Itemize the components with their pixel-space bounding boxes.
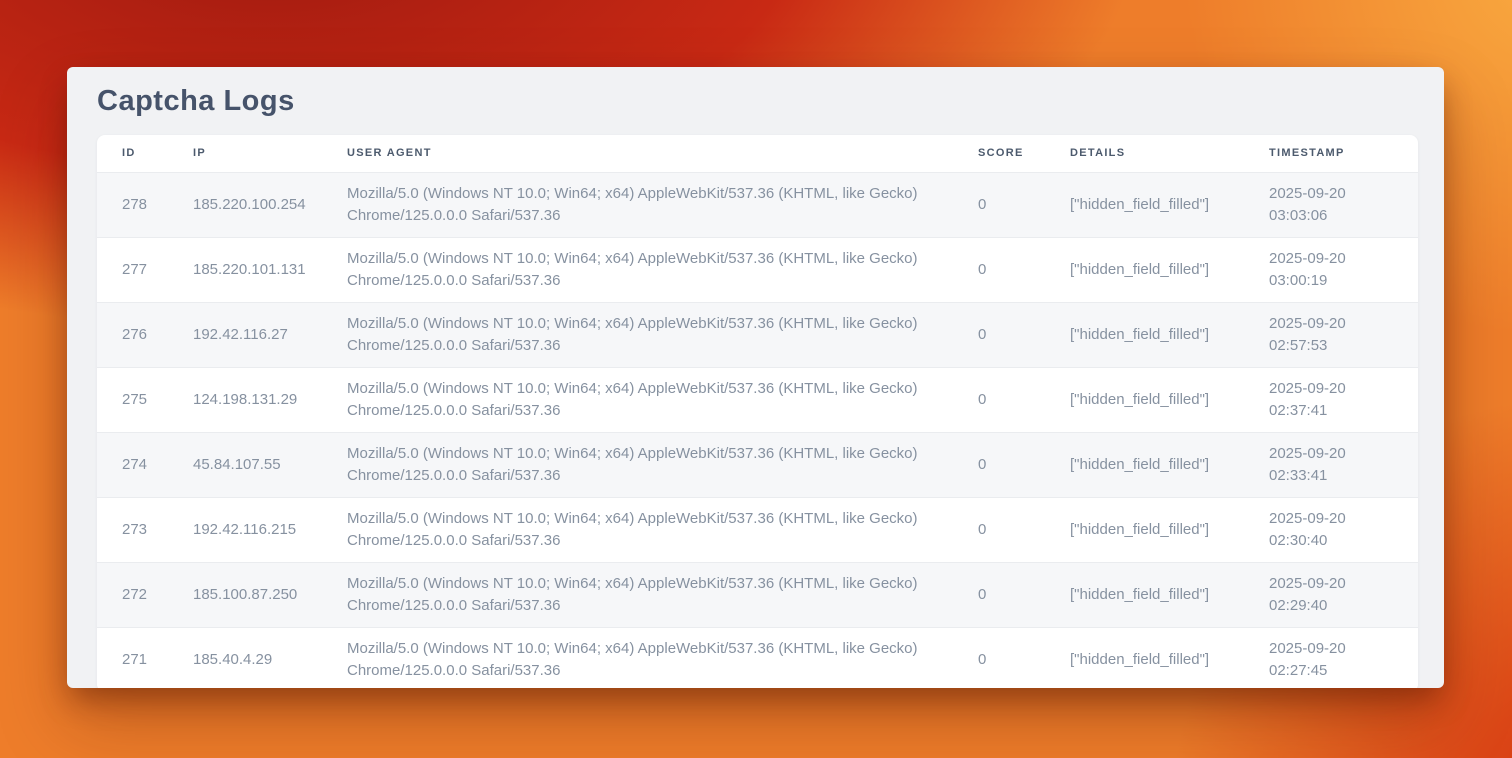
cell-details: ["hidden_field_filled"] — [1045, 562, 1244, 627]
cell-details: ["hidden_field_filled"] — [1045, 367, 1244, 432]
logs-table: IDIPUSER AGENTSCOREDETAILSTIMESTAMP 2781… — [97, 135, 1418, 688]
column-header-ip: IP — [168, 135, 322, 172]
logs-table-container: IDIPUSER AGENTSCOREDETAILSTIMESTAMP 2781… — [97, 135, 1418, 688]
cell-score: 0 — [953, 302, 1045, 367]
cell-user_agent: Mozilla/5.0 (Windows NT 10.0; Win64; x64… — [322, 497, 953, 562]
cell-timestamp: 2025-09-20 02:37:41 — [1244, 367, 1418, 432]
cell-timestamp: 2025-09-20 02:30:40 — [1244, 497, 1418, 562]
cell-score: 0 — [953, 432, 1045, 497]
table-row: 275124.198.131.29Mozilla/5.0 (Windows NT… — [97, 367, 1418, 432]
cell-id: 272 — [97, 562, 168, 627]
table-row: 277185.220.101.131Mozilla/5.0 (Windows N… — [97, 237, 1418, 302]
cell-id: 274 — [97, 432, 168, 497]
captcha-logs-card: Captcha Logs IDIPUSER AGENTSCOREDETAILST… — [67, 67, 1444, 688]
cell-user_agent: Mozilla/5.0 (Windows NT 10.0; Win64; x64… — [322, 627, 953, 688]
cell-ip: 185.40.4.29 — [168, 627, 322, 688]
cell-user_agent: Mozilla/5.0 (Windows NT 10.0; Win64; x64… — [322, 172, 953, 237]
cell-score: 0 — [953, 172, 1045, 237]
cell-details: ["hidden_field_filled"] — [1045, 627, 1244, 688]
column-header-score: SCORE — [953, 135, 1045, 172]
cell-user_agent: Mozilla/5.0 (Windows NT 10.0; Win64; x64… — [322, 237, 953, 302]
cell-timestamp: 2025-09-20 03:00:19 — [1244, 237, 1418, 302]
cell-ip: 192.42.116.27 — [168, 302, 322, 367]
cell-user_agent: Mozilla/5.0 (Windows NT 10.0; Win64; x64… — [322, 432, 953, 497]
cell-details: ["hidden_field_filled"] — [1045, 237, 1244, 302]
cell-timestamp: 2025-09-20 02:29:40 — [1244, 562, 1418, 627]
table-row: 278185.220.100.254Mozilla/5.0 (Windows N… — [97, 172, 1418, 237]
cell-id: 275 — [97, 367, 168, 432]
column-header-user_agent: USER AGENT — [322, 135, 953, 172]
cell-timestamp: 2025-09-20 02:57:53 — [1244, 302, 1418, 367]
cell-ip: 124.198.131.29 — [168, 367, 322, 432]
cell-timestamp: 2025-09-20 02:33:41 — [1244, 432, 1418, 497]
page-title: Captcha Logs — [97, 85, 1418, 118]
cell-ip: 45.84.107.55 — [168, 432, 322, 497]
cell-id: 271 — [97, 627, 168, 688]
cell-ip: 185.220.101.131 — [168, 237, 322, 302]
cell-user_agent: Mozilla/5.0 (Windows NT 10.0; Win64; x64… — [322, 367, 953, 432]
column-header-details: DETAILS — [1045, 135, 1244, 172]
cell-timestamp: 2025-09-20 03:03:06 — [1244, 172, 1418, 237]
page-background: { "page_title": "Captcha Logs", "colors"… — [0, 0, 1512, 758]
cell-ip: 192.42.116.215 — [168, 497, 322, 562]
cell-id: 277 — [97, 237, 168, 302]
cell-score: 0 — [953, 367, 1045, 432]
cell-id: 276 — [97, 302, 168, 367]
cell-details: ["hidden_field_filled"] — [1045, 432, 1244, 497]
table-header-row: IDIPUSER AGENTSCOREDETAILSTIMESTAMP — [97, 135, 1418, 172]
cell-timestamp: 2025-09-20 02:27:45 — [1244, 627, 1418, 688]
table-row: 271185.40.4.29Mozilla/5.0 (Windows NT 10… — [97, 627, 1418, 688]
cell-user_agent: Mozilla/5.0 (Windows NT 10.0; Win64; x64… — [322, 302, 953, 367]
cell-score: 0 — [953, 497, 1045, 562]
cell-score: 0 — [953, 562, 1045, 627]
cell-ip: 185.220.100.254 — [168, 172, 322, 237]
column-header-id: ID — [97, 135, 168, 172]
cell-id: 278 — [97, 172, 168, 237]
column-header-timestamp: TIMESTAMP — [1244, 135, 1418, 172]
table-row: 273192.42.116.215Mozilla/5.0 (Windows NT… — [97, 497, 1418, 562]
cell-ip: 185.100.87.250 — [168, 562, 322, 627]
cell-details: ["hidden_field_filled"] — [1045, 497, 1244, 562]
cell-details: ["hidden_field_filled"] — [1045, 302, 1244, 367]
cell-details: ["hidden_field_filled"] — [1045, 172, 1244, 237]
cell-score: 0 — [953, 627, 1045, 688]
table-row: 272185.100.87.250Mozilla/5.0 (Windows NT… — [97, 562, 1418, 627]
cell-id: 273 — [97, 497, 168, 562]
cell-user_agent: Mozilla/5.0 (Windows NT 10.0; Win64; x64… — [322, 562, 953, 627]
table-row: 276192.42.116.27Mozilla/5.0 (Windows NT … — [97, 302, 1418, 367]
cell-score: 0 — [953, 237, 1045, 302]
table-row: 27445.84.107.55Mozilla/5.0 (Windows NT 1… — [97, 432, 1418, 497]
